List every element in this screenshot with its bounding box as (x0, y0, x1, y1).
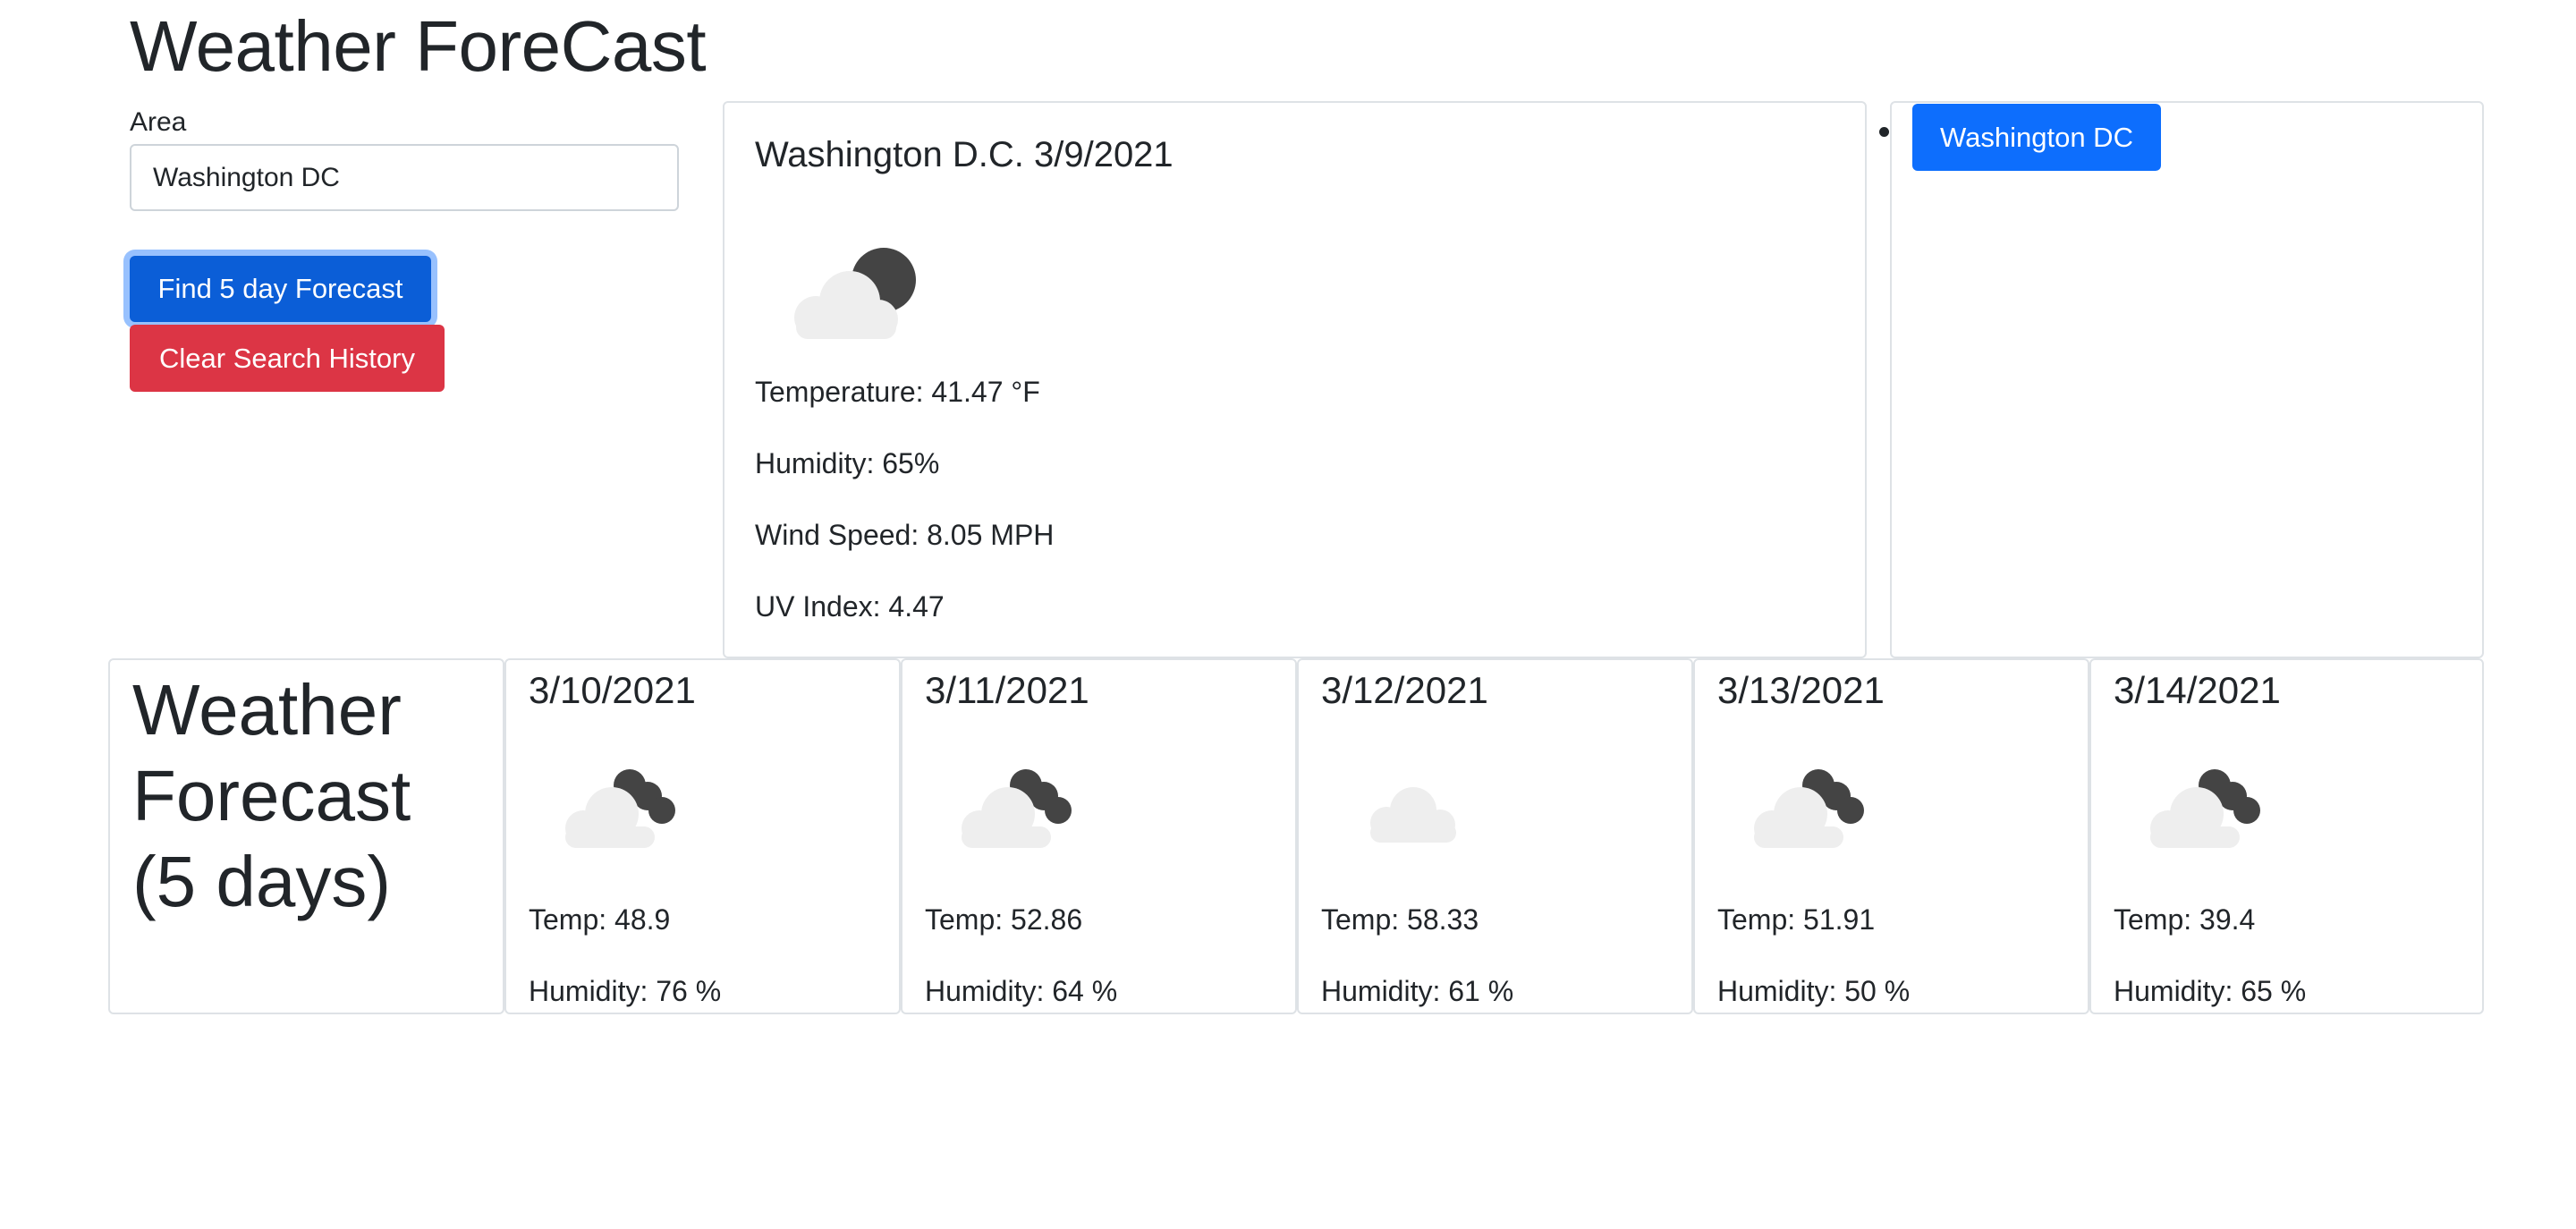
cloud-moon-icon (565, 769, 675, 848)
page: Weather ForeCast Area Find 5 day Forecas… (0, 0, 2576, 1229)
forecast-day-card: 3/13/2021 Temp: 51.91 Humidity: 50 % (1693, 658, 2089, 1014)
current-weather-card: Washington D.C. 3/9/2021 Temperature: 41… (723, 101, 1867, 658)
current-uv-index: UV Index: 4.47 (755, 590, 945, 623)
forecast-humidity: Humidity: 76 % (529, 975, 722, 1007)
cloud-moon-icon (1754, 769, 1864, 848)
forecast-humidity: Humidity: 64 % (925, 975, 1118, 1007)
forecast-date: 3/11/2021 (925, 669, 1089, 711)
forecast-temp: Temp: 58.33 (1321, 903, 1479, 936)
forecast-day-card: 3/14/2021 Temp: 39.4 Humidity: 65 % (2089, 658, 2484, 1014)
clear-history-button[interactable]: Clear Search History (130, 325, 445, 392)
forecast-day-card: 3/11/2021 Temp: 52.86 Humidity: 64 % (901, 658, 1297, 1014)
forecast-date: 3/13/2021 (1717, 669, 1885, 711)
cloud-moon-icon (2150, 769, 2260, 848)
search-history-card (1890, 101, 2484, 658)
list-bullet (1879, 127, 1889, 137)
forecast-temp: Temp: 52.86 (925, 903, 1083, 936)
cloud-moon-icon (962, 769, 1072, 848)
forecast-temp: Temp: 48.9 (529, 903, 671, 936)
current-weather-title: Washington D.C. 3/9/2021 (755, 135, 1174, 174)
forecast-heading-card: Weather Forecast (5 days) (108, 658, 504, 1014)
area-input[interactable] (130, 144, 679, 211)
page-title: Weather ForeCast (130, 6, 707, 86)
forecast-heading: Weather Forecast (5 days) (132, 670, 411, 921)
forecast-temp: Temp: 51.91 (1717, 903, 1876, 936)
cloud-moon-icon (794, 248, 916, 339)
forecast-humidity: Humidity: 61 % (1321, 975, 1514, 1007)
forecast-humidity: Humidity: 65 % (2114, 975, 2307, 1007)
history-item-button[interactable]: Washington DC (1912, 104, 2161, 171)
current-wind-speed: Wind Speed: 8.05 MPH (755, 519, 1055, 551)
area-label: Area (130, 107, 187, 137)
forecast-row: Weather Forecast (5 days) 3/10/2021 Temp… (108, 658, 2484, 1014)
forecast-date: 3/10/2021 (529, 669, 696, 711)
forecast-day-card: 3/12/2021 Temp: 58.33 Humidity: 61 % (1297, 658, 1693, 1014)
forecast-humidity: Humidity: 50 % (1717, 975, 1911, 1007)
forecast-date: 3/14/2021 (2114, 669, 2281, 711)
current-temperature: Temperature: 41.47 °F (755, 376, 1040, 408)
forecast-temp: Temp: 39.4 (2114, 903, 2256, 936)
find-forecast-button[interactable]: Find 5 day Forecast (130, 256, 431, 322)
forecast-date: 3/12/2021 (1321, 669, 1488, 711)
current-humidity: Humidity: 65% (755, 447, 940, 479)
forecast-day-card: 3/10/2021 Temp: 48.9 Humidity: 76 % (504, 658, 901, 1014)
cloud-icon (1370, 787, 1456, 843)
